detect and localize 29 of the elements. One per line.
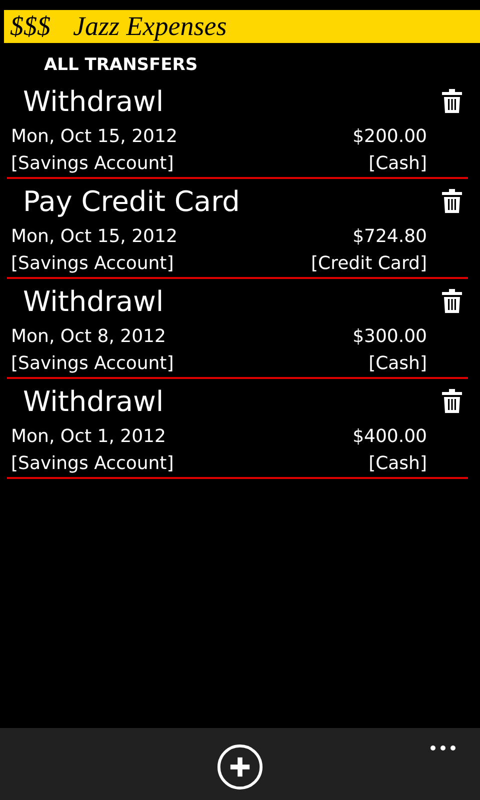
page-title: ALL TRANSFERS xyxy=(44,55,199,75)
source-account: [Savings Account] xyxy=(11,253,174,274)
transfer-name[interactable]: Pay Credit Card xyxy=(23,184,240,218)
source-account: [Savings Account] xyxy=(11,353,174,374)
target-account: [Cash] xyxy=(368,153,427,174)
more-icon[interactable] xyxy=(430,745,456,751)
transfer-amount: $400.00 xyxy=(352,426,427,447)
target-account: [Cash] xyxy=(368,353,427,374)
transfer-name[interactable]: Withdrawl xyxy=(23,384,164,418)
app-title: Jazz Expenses xyxy=(73,11,227,42)
trash-icon[interactable] xyxy=(442,189,462,213)
transfer-name[interactable]: Withdrawl xyxy=(23,284,164,318)
transfer-date: Mon, Oct 15, 2012 xyxy=(11,126,178,147)
transfer-name[interactable]: Withdrawl xyxy=(23,84,164,118)
transfer-date: Mon, Oct 8, 2012 xyxy=(11,326,166,347)
target-account: [Credit Card] xyxy=(310,253,427,274)
source-account: [Savings Account] xyxy=(11,153,174,174)
trash-icon[interactable] xyxy=(442,389,462,413)
transfer-amount: $200.00 xyxy=(352,126,427,147)
app-symbol: $$$ xyxy=(10,11,52,42)
target-account: [Cash] xyxy=(368,453,427,474)
transfer-date: Mon, Oct 1, 2012 xyxy=(11,426,166,447)
trash-icon[interactable] xyxy=(442,289,462,313)
add-icon[interactable] xyxy=(217,744,263,790)
trash-icon[interactable] xyxy=(442,89,462,113)
transfer-date: Mon, Oct 15, 2012 xyxy=(11,226,178,247)
transfer-amount: $300.00 xyxy=(352,326,427,347)
transfer-amount: $724.80 xyxy=(352,226,427,247)
source-account: [Savings Account] xyxy=(11,453,174,474)
